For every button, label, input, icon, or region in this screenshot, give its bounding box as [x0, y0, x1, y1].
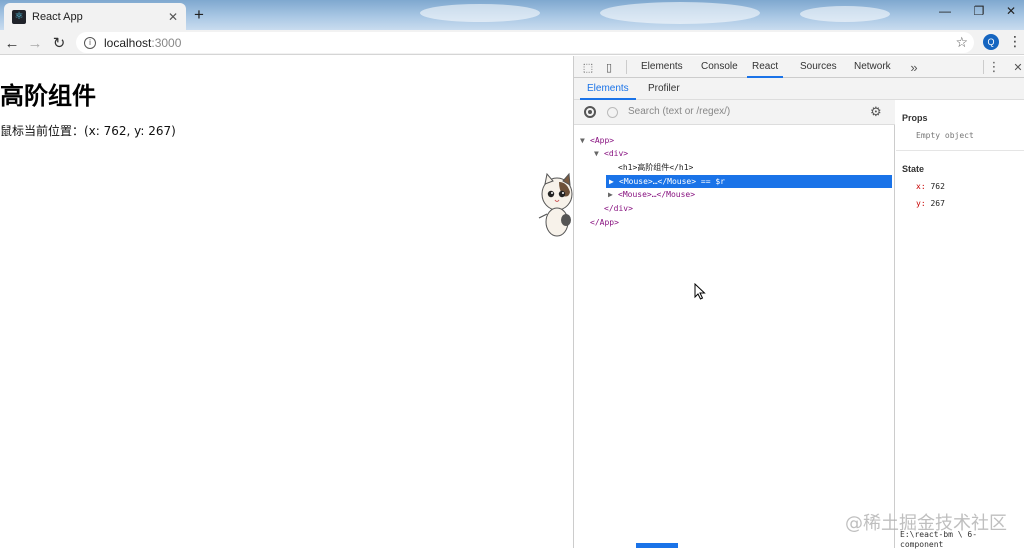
- tab-elements[interactable]: Elements: [641, 56, 683, 78]
- props-empty-text: Empty object: [916, 131, 974, 140]
- collapsed-arrow-icon[interactable]: ▶: [608, 188, 618, 201]
- mouse-cursor-icon: [694, 283, 706, 300]
- state-value[interactable]: 267: [930, 199, 944, 208]
- mouse-position-text: 鼠标当前位置：(x: 762, y: 267): [0, 124, 176, 138]
- close-tab-icon[interactable]: ✕: [168, 10, 178, 24]
- reload-icon[interactable]: ↻: [49, 33, 69, 53]
- tab-console[interactable]: Console: [701, 56, 738, 78]
- info-icon[interactable]: i: [84, 36, 96, 49]
- close-devtools-icon[interactable]: ✕: [1010, 59, 1024, 75]
- back-arrow-icon[interactable]: ←: [2, 33, 22, 53]
- sky-cloud: [420, 4, 540, 22]
- state-title: State: [902, 164, 925, 174]
- state-key: x:: [916, 182, 926, 191]
- tree-node-label: <div>: [604, 149, 629, 158]
- subtab-profiler[interactable]: Profiler: [648, 78, 680, 100]
- tab-network[interactable]: Network: [854, 56, 891, 78]
- forward-arrow-icon[interactable]: →: [25, 33, 45, 53]
- devtools-menu-icon[interactable]: ⋮: [986, 59, 1002, 75]
- sky-cloud: [800, 6, 890, 22]
- tree-node-mouse-selected[interactable]: ▶ <Mouse>…</Mouse> == $r: [606, 175, 892, 188]
- react-favicon-icon: ⚛: [12, 9, 26, 24]
- tree-node-label: <Mouse>…</Mouse>: [619, 177, 697, 186]
- tree-node-label: <App>: [590, 136, 615, 145]
- component-tree-pane: Search (text or /regex/) ⚙ ▼ <App> ▼ <div>…: [574, 100, 895, 548]
- tab-title: React App: [32, 10, 83, 23]
- tree-node-app[interactable]: ▼ <App>: [580, 134, 614, 147]
- state-value[interactable]: 762: [930, 182, 944, 191]
- tree-node-app-close: </App>: [590, 216, 619, 229]
- sky-cloud: [600, 2, 760, 24]
- horizontal-scroll-thumb[interactable]: [636, 543, 678, 548]
- watermark-text: @稀土掘金技术社区: [845, 513, 1007, 534]
- devtools-tabbar: ⬚ ▯ Elements Console React Sources Netwo…: [574, 56, 1024, 78]
- more-tabs-icon[interactable]: »: [906, 59, 922, 75]
- page-content: 高阶组件 鼠标当前位置：(x: 762, y: 267): [0, 56, 573, 548]
- subtab-elements[interactable]: Elements: [580, 78, 636, 100]
- collapsed-arrow-icon[interactable]: ▶: [609, 175, 619, 188]
- tree-node-mouse[interactable]: ▶ <Mouse>…</Mouse>: [608, 188, 695, 201]
- device-toolbar-icon[interactable]: ▯: [601, 59, 617, 75]
- page-heading: 高阶组件: [0, 82, 96, 110]
- address-bar[interactable]: i localhost:3000 ☆: [76, 32, 974, 53]
- url-port: :3000: [151, 35, 182, 50]
- tree-node-label: <h1>高阶组件</h1>: [618, 163, 694, 172]
- devtools-panel: ⬚ ▯ Elements Console React Sources Netwo…: [573, 56, 1024, 550]
- expanded-arrow-icon[interactable]: ▼: [594, 147, 604, 160]
- profile-avatar[interactable]: Q: [983, 34, 999, 50]
- bookmark-star-icon[interactable]: ☆: [955, 34, 968, 51]
- component-search-bar: Search (text or /regex/) ⚙: [574, 100, 895, 125]
- settings-gear-icon[interactable]: ⚙: [870, 104, 882, 120]
- tab-divider: [626, 60, 627, 74]
- select-element-icon[interactable]: [584, 106, 596, 118]
- tab-sources[interactable]: Sources: [800, 56, 837, 78]
- state-key: y:: [916, 199, 926, 208]
- tree-node-div-close: </div>: [604, 202, 633, 215]
- react-subtabs: Elements Profiler: [574, 78, 1024, 100]
- url-host: localhost: [104, 35, 152, 50]
- props-title: Props: [902, 113, 928, 123]
- section-divider: [896, 150, 1024, 151]
- cat-image: [538, 172, 573, 237]
- expanded-arrow-icon[interactable]: ▼: [580, 134, 590, 147]
- state-y-row[interactable]: y: 267: [916, 199, 945, 208]
- selected-ref-label: == $r: [696, 177, 725, 186]
- restore-icon[interactable]: ❐: [968, 4, 990, 18]
- tree-node-h1[interactable]: <h1>高阶组件</h1>: [618, 161, 693, 174]
- new-tab-button[interactable]: +: [190, 5, 208, 24]
- tree-node-div[interactable]: ▼ <div>: [594, 147, 628, 160]
- inspect-element-icon[interactable]: ⬚: [580, 59, 596, 75]
- browser-tab[interactable]: ⚛ React App ✕: [4, 3, 186, 30]
- minimize-icon[interactable]: —: [934, 4, 956, 18]
- tree-node-label: <Mouse>…</Mouse>: [618, 190, 696, 199]
- tree-node-label: </App>: [590, 218, 619, 227]
- close-window-icon[interactable]: ✕: [1000, 4, 1022, 18]
- browser-toolbar: ← → ↻ i localhost:3000 ☆: [0, 30, 1024, 55]
- browser-menu-icon[interactable]: ⋮: [1008, 33, 1022, 50]
- browser-titlebar: ⚛ React App ✕ + — ❐ ✕: [0, 0, 1024, 30]
- search-input[interactable]: Search (text or /regex/): [628, 106, 730, 117]
- tab-react[interactable]: React: [747, 56, 784, 78]
- state-x-row[interactable]: x: 762: [916, 182, 945, 191]
- tree-node-label: </div>: [604, 204, 633, 213]
- tab-divider: [983, 60, 984, 74]
- props-state-pane: Props Empty object State x: 762 y: 267 E…: [896, 100, 1024, 550]
- filter-circle-icon[interactable]: [607, 107, 618, 118]
